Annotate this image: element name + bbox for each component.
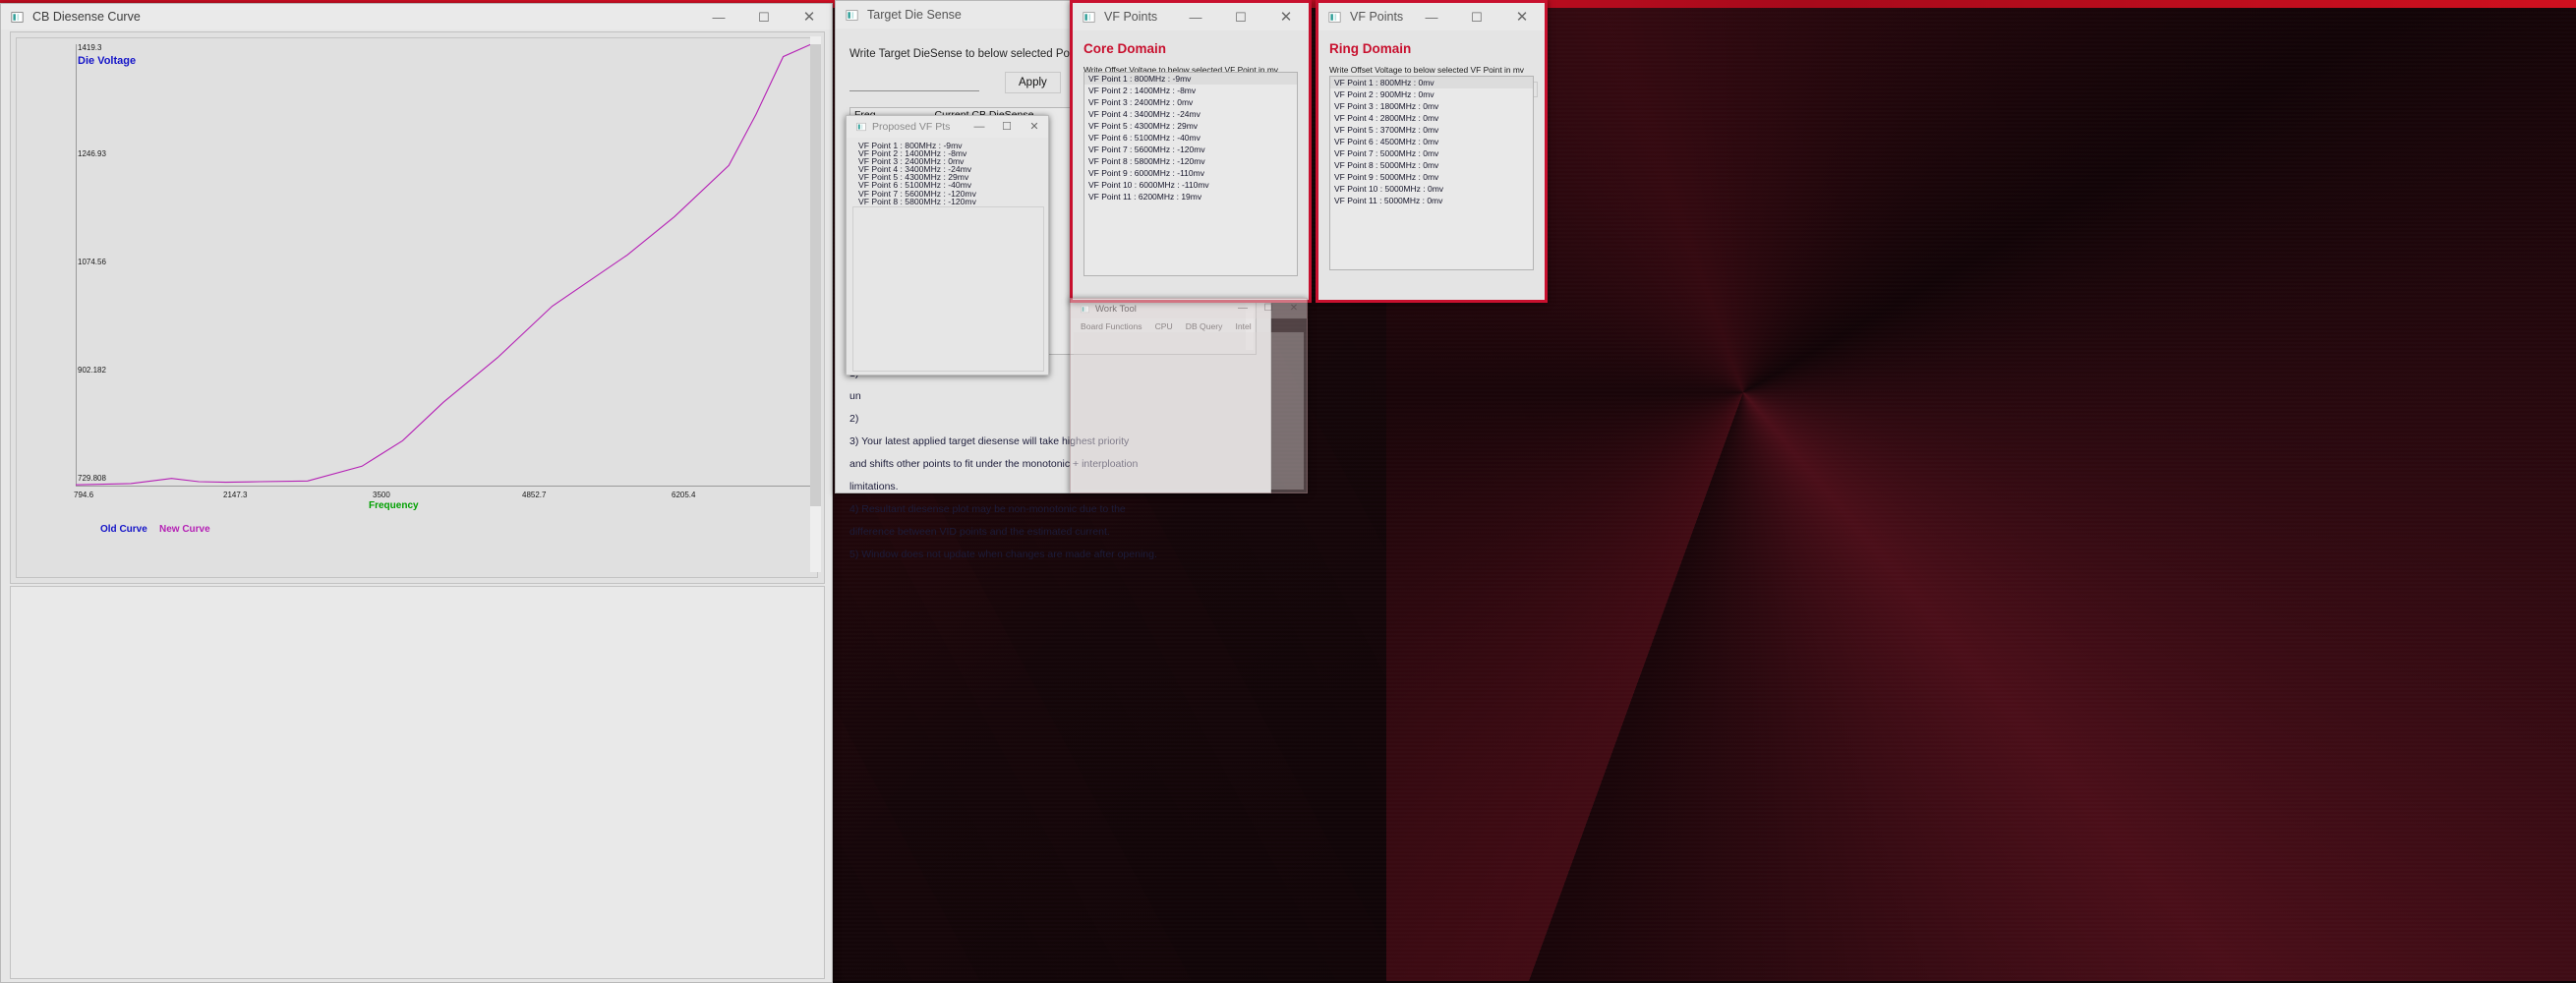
proposed-vf-pts-panel — [852, 206, 1044, 372]
window-title: Proposed VF Pts — [872, 121, 951, 133]
list-item[interactable]: VF Point 1 : 800MHz : -9mv — [1084, 73, 1297, 85]
note-line: difference between VID points and the es… — [849, 526, 1110, 538]
list-item[interactable]: VF Point 4 : 2800MHz : 0mv — [1330, 112, 1533, 124]
window-title: Target Die Sense — [867, 8, 962, 22]
titlebar-proposed-vf-pts[interactable]: Proposed VF Pts — ☐ ✕ — [847, 116, 1048, 138]
note-line: 4) Resultant diesense plot may be non-mo… — [849, 503, 1126, 515]
window-title: CB Diesense Curve — [32, 10, 141, 24]
note-line: 5) Window does not update when changes a… — [849, 549, 1157, 560]
series-new-curve — [75, 43, 812, 486]
list-item[interactable]: VF Point 9 : 6000MHz : -110mv — [1084, 167, 1297, 179]
list-item[interactable]: VF Point 5 : 4300MHz : 29mv — [1084, 120, 1297, 132]
list-item[interactable]: VF Point 8 : 5000MHz : 0mv — [1330, 159, 1533, 171]
window-cb-diesense-curve[interactable]: CB Diesense Curve — ☐ ✕ Die Voltage 1419… — [0, 3, 833, 983]
ring-domain-hint: Write Offset Voltage to below selected V… — [1329, 65, 1524, 75]
list-item[interactable]: VF Point 1 : 800MHz : 0mv — [1330, 77, 1533, 88]
window-work-tool[interactable]: Work Tool — ☐ ✕ Board Functions CPU DB Que… — [1070, 298, 1308, 493]
ring-domain-heading: Ring Domain — [1329, 41, 1412, 56]
menu-item[interactable]: Intel — [1235, 321, 1251, 331]
list-item[interactable]: VF Point 10 : 5000MHz : 0mv — [1330, 183, 1533, 195]
list-item[interactable]: VF Point 3 : 1800MHz : 0mv — [1330, 100, 1533, 112]
chart-lower-panel — [10, 586, 825, 979]
list-item[interactable]: VF Point 9 : 5000MHz : 0mv — [1330, 171, 1533, 183]
list-item[interactable]: VF Point 4 : 3400MHz : -24mv — [1084, 108, 1297, 120]
close-button[interactable]: ✕ — [1281, 299, 1307, 318]
app-icon — [856, 122, 866, 132]
maximize-button[interactable]: ☐ — [993, 116, 1021, 138]
core-domain-heading: Core Domain — [1083, 41, 1167, 56]
list-item[interactable]: VF Point 10 : 6000MHz : -110mv — [1084, 179, 1297, 191]
minimize-button[interactable]: — — [1173, 3, 1218, 30]
close-button[interactable]: ✕ — [1499, 3, 1545, 30]
maximize-button[interactable]: ☐ — [1218, 3, 1263, 30]
chart-plot-area: Die Voltage 1419.3 1246.93 1074.56 902.1… — [16, 37, 818, 578]
legend-new-curve: New Curve — [159, 524, 210, 535]
menu-item[interactable]: Board Functions — [1081, 321, 1142, 331]
window-vf-points-ring[interactable]: VF Points — ☐ ✕ Ring Domain Write Offset… — [1316, 0, 1548, 303]
app-icon — [1328, 11, 1341, 23]
app-icon — [1083, 11, 1095, 23]
window-proposed-vf-pts[interactable]: Proposed VF Pts — ☐ ✕ VF Point 1 : 800MH… — [846, 115, 1049, 376]
menu-item[interactable]: DB Query — [1186, 321, 1223, 331]
ring-vf-points-list[interactable]: VF Point 1 : 800MHz : 0mv VF Point 2 : 90… — [1329, 76, 1534, 270]
window-title: VF Points — [1350, 10, 1404, 24]
list-item[interactable]: VF Point 8 : 5800MHz : -120mv — [1084, 155, 1297, 167]
titlebar-cb-diesense-curve[interactable]: CB Diesense Curve — ☐ ✕ — [1, 4, 832, 29]
list-item[interactable]: VF Point 2 : 900MHz : 0mv — [1330, 88, 1533, 100]
app-icon — [11, 11, 24, 23]
list-item[interactable]: VF Point 7 : 5000MHz : 0mv — [1330, 147, 1533, 159]
minimize-button[interactable]: — — [1230, 299, 1256, 318]
list-item[interactable]: VF Point 6 : 4500MHz : 0mv — [1330, 136, 1533, 147]
chart-series-canvas — [75, 43, 812, 486]
app-icon — [1081, 305, 1089, 313]
list-item[interactable]: VF Point 7 : 5600MHz : -120mv — [1084, 144, 1297, 155]
target-diesense-input[interactable] — [849, 74, 979, 91]
minimize-button[interactable]: — — [696, 3, 741, 30]
maximize-button[interactable]: ☐ — [741, 3, 787, 30]
work-tool-canvas — [1074, 332, 1304, 490]
titlebar-work-tool[interactable]: Work Tool — ☐ ✕ — [1071, 299, 1307, 318]
minimize-button[interactable]: — — [966, 116, 993, 138]
titlebar-vf-points-core[interactable]: VF Points — ☐ ✕ — [1073, 3, 1309, 30]
chart-container: Die Voltage 1419.3 1246.93 1074.56 902.1… — [10, 31, 825, 584]
list-item[interactable]: VF Point 6 : 5100MHz : -40mv — [1084, 132, 1297, 144]
maximize-button[interactable]: ☐ — [1256, 299, 1281, 318]
chart-vertical-scrollbar[interactable] — [810, 36, 821, 572]
scrollbar-thumb[interactable] — [810, 44, 821, 506]
apply-button[interactable]: Apply — [1005, 72, 1061, 93]
window-title: Work Tool — [1095, 303, 1137, 315]
window-title: VF Points — [1104, 10, 1158, 24]
list-item[interactable]: VF Point 5 : 3700MHz : 0mv — [1330, 124, 1533, 136]
core-vf-points-list[interactable]: VF Point 1 : 800MHz : -9mv VF Point 2 : 1… — [1083, 72, 1298, 276]
list-item[interactable]: VF Point 11 : 5000MHz : 0mv — [1330, 195, 1533, 206]
app-icon — [846, 9, 858, 21]
list-item[interactable]: VF Point 3 : 2400MHz : 0mv — [1084, 96, 1297, 108]
window-vf-points-core[interactable]: VF Points — ☐ ✕ Core Domain Write Offset… — [1070, 0, 1312, 303]
maximize-button[interactable]: ☐ — [1454, 3, 1499, 30]
list-item[interactable]: VF Point 2 : 1400MHz : -8mv — [1084, 85, 1297, 96]
close-button[interactable]: ✕ — [787, 3, 832, 30]
minimize-button[interactable]: — — [1409, 3, 1454, 30]
menu-item[interactable]: CPU — [1155, 321, 1173, 331]
close-button[interactable]: ✕ — [1263, 3, 1309, 30]
legend-old-curve: Old Curve — [100, 524, 147, 535]
list-item[interactable]: VF Point 11 : 6200MHz : 19mv — [1084, 191, 1297, 202]
titlebar-vf-points-ring[interactable]: VF Points — ☐ ✕ — [1318, 3, 1545, 30]
close-button[interactable]: ✕ — [1021, 116, 1048, 138]
